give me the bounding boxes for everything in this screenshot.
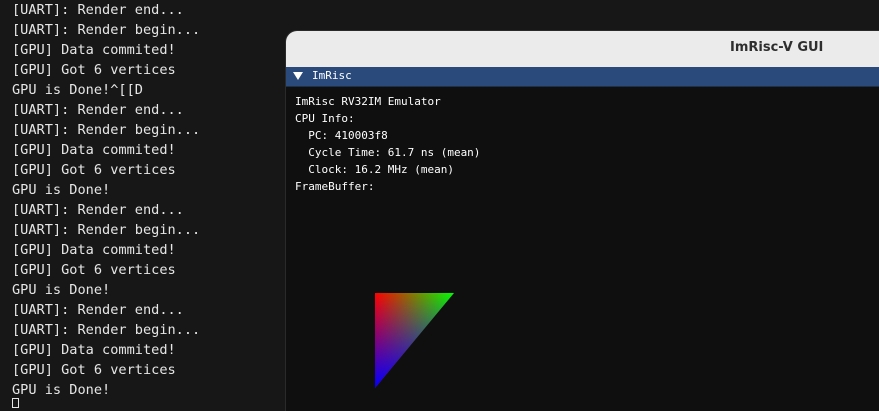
- terminal-line: [GPU] Data commited!: [12, 342, 176, 358]
- emulator-name-label: ImRisc RV32IM Emulator: [295, 95, 441, 108]
- framebuffer-image: [375, 293, 454, 388]
- terminal-line: GPU is Done!: [12, 182, 111, 198]
- terminal-line: [UART]: Render begin...: [12, 322, 201, 338]
- terminal-line: [GPU] Data commited!: [12, 42, 176, 58]
- window-titlebar[interactable]: ImRisc-V GUI: [286, 31, 879, 67]
- terminal-line: GPU is Done!: [12, 382, 111, 398]
- terminal-line: [GPU] Got 6 vertices: [12, 162, 176, 178]
- clock-value: Clock: 16.2 MHz (mean): [295, 163, 454, 176]
- terminal-line: [GPU] Got 6 vertices: [12, 362, 176, 378]
- framebuffer-label: FrameBuffer:: [295, 180, 375, 193]
- terminal-line: GPU is Done!: [12, 282, 111, 298]
- terminal-line: [GPU] Got 6 vertices: [12, 262, 176, 278]
- terminal-line: [UART]: Render begin...: [12, 222, 201, 238]
- imrisc-gui-window[interactable]: ImRisc-V GUI ImRisc ImRisc RV32IM Emulat…: [286, 31, 879, 411]
- terminal-line: [UART]: Render end...: [12, 302, 184, 318]
- panel-title: ImRisc: [312, 69, 352, 82]
- terminal-line: [GPU] Data commited!: [12, 242, 176, 258]
- triangle-down-icon[interactable]: [293, 72, 303, 80]
- cycle-time-value: Cycle Time: 61.7 ns (mean): [295, 146, 481, 159]
- terminal-line: [UART]: Render begin...: [12, 22, 201, 38]
- cpu-info-label: CPU Info:: [295, 112, 355, 125]
- terminal-line: GPU is Done!^[[D: [12, 82, 143, 98]
- terminal-line: [GPU] Data commited!: [12, 142, 176, 158]
- rgb-triangle-shading: [375, 293, 454, 388]
- terminal-line: [UART]: Render end...: [12, 2, 184, 18]
- window-title: ImRisc-V GUI: [730, 40, 824, 55]
- terminal-line: [UART]: Render end...: [12, 202, 184, 218]
- terminal-line: [UART]: Render begin...: [12, 122, 201, 138]
- terminal-line: [UART]: Render end...: [12, 102, 184, 118]
- imrisc-panel-header[interactable]: ImRisc: [286, 67, 879, 87]
- imrisc-panel-body: ImRisc RV32IM Emulator CPU Info: PC: 410…: [286, 87, 879, 411]
- terminal-line: [GPU] Got 6 vertices: [12, 62, 176, 78]
- terminal-cursor: [12, 398, 19, 408]
- pc-value: PC: 410003f8: [295, 129, 388, 142]
